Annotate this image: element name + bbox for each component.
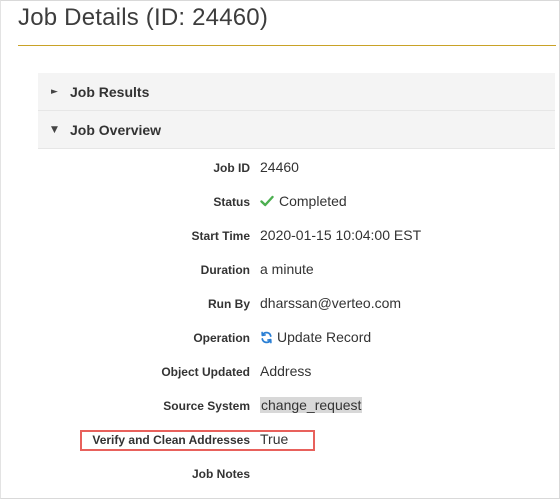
field-value: a minute [260,261,314,277]
start-time-value: 2020-01-15 10:04:00 EST [260,227,422,243]
job-id-value: 24460 [260,159,299,175]
section-label: Job Results [70,83,150,100]
field-value: 24460 [260,159,299,175]
accordion: ► Job Results ▼ Job Overview [38,73,555,149]
field-value: Update Record [260,329,371,345]
check-icon [260,195,274,207]
collapse-arrow-icon: ▼ [51,124,58,135]
detail-row-job-notes: Job Notes [0,458,560,492]
highlight-annotation-box [80,430,315,451]
detail-row-operation: Operation Update Record [0,322,560,356]
object-updated-value: Address [260,363,312,379]
section-job-overview[interactable]: ▼ Job Overview [38,111,555,149]
detail-row-object-updated: Object Updated Address [0,356,560,390]
source-system-value: change_request [260,397,363,413]
operation-value: Update Record [277,329,372,345]
field-value: 2020-01-15 10:04:00 EST [260,227,421,243]
section-label: Job Overview [70,121,162,138]
section-job-results[interactable]: ► Job Results [38,73,555,111]
field-label: Job ID [213,161,250,175]
page-title: Job Details (ID: 24460) [18,4,269,31]
detail-row-duration: Duration a minute [0,254,560,288]
field-value: Address [260,363,311,379]
field-value: dharssan@verteo.com [260,295,401,311]
field-label: Run By [208,297,250,311]
detail-row-start-time: Start Time 2020-01-15 10:04:00 EST [0,220,560,254]
field-label: Start Time [191,229,250,243]
expand-arrow-icon: ► [51,86,58,97]
detail-row-run-by: Run By dharssan@verteo.com [0,288,560,322]
detail-row-job-id: Job ID 24460 [0,152,560,186]
field-label: Operation [193,331,250,345]
status-value: Completed [279,193,347,209]
title-divider [18,45,556,46]
field-value: Completed [260,193,347,209]
run-by-value: dharssan@verteo.com [260,295,402,311]
field-label: Object Updated [161,365,250,379]
field-label: Source System [163,399,250,413]
detail-row-source-system: Source System change_request [0,390,560,424]
field-label: Job Notes [191,467,250,481]
field-value: change_request [260,397,363,413]
field-label: Duration [200,263,250,277]
duration-value: a minute [260,261,314,277]
detail-row-status: Status Completed [0,186,560,220]
refresh-icon [261,331,272,343]
field-label: Status [213,195,250,209]
